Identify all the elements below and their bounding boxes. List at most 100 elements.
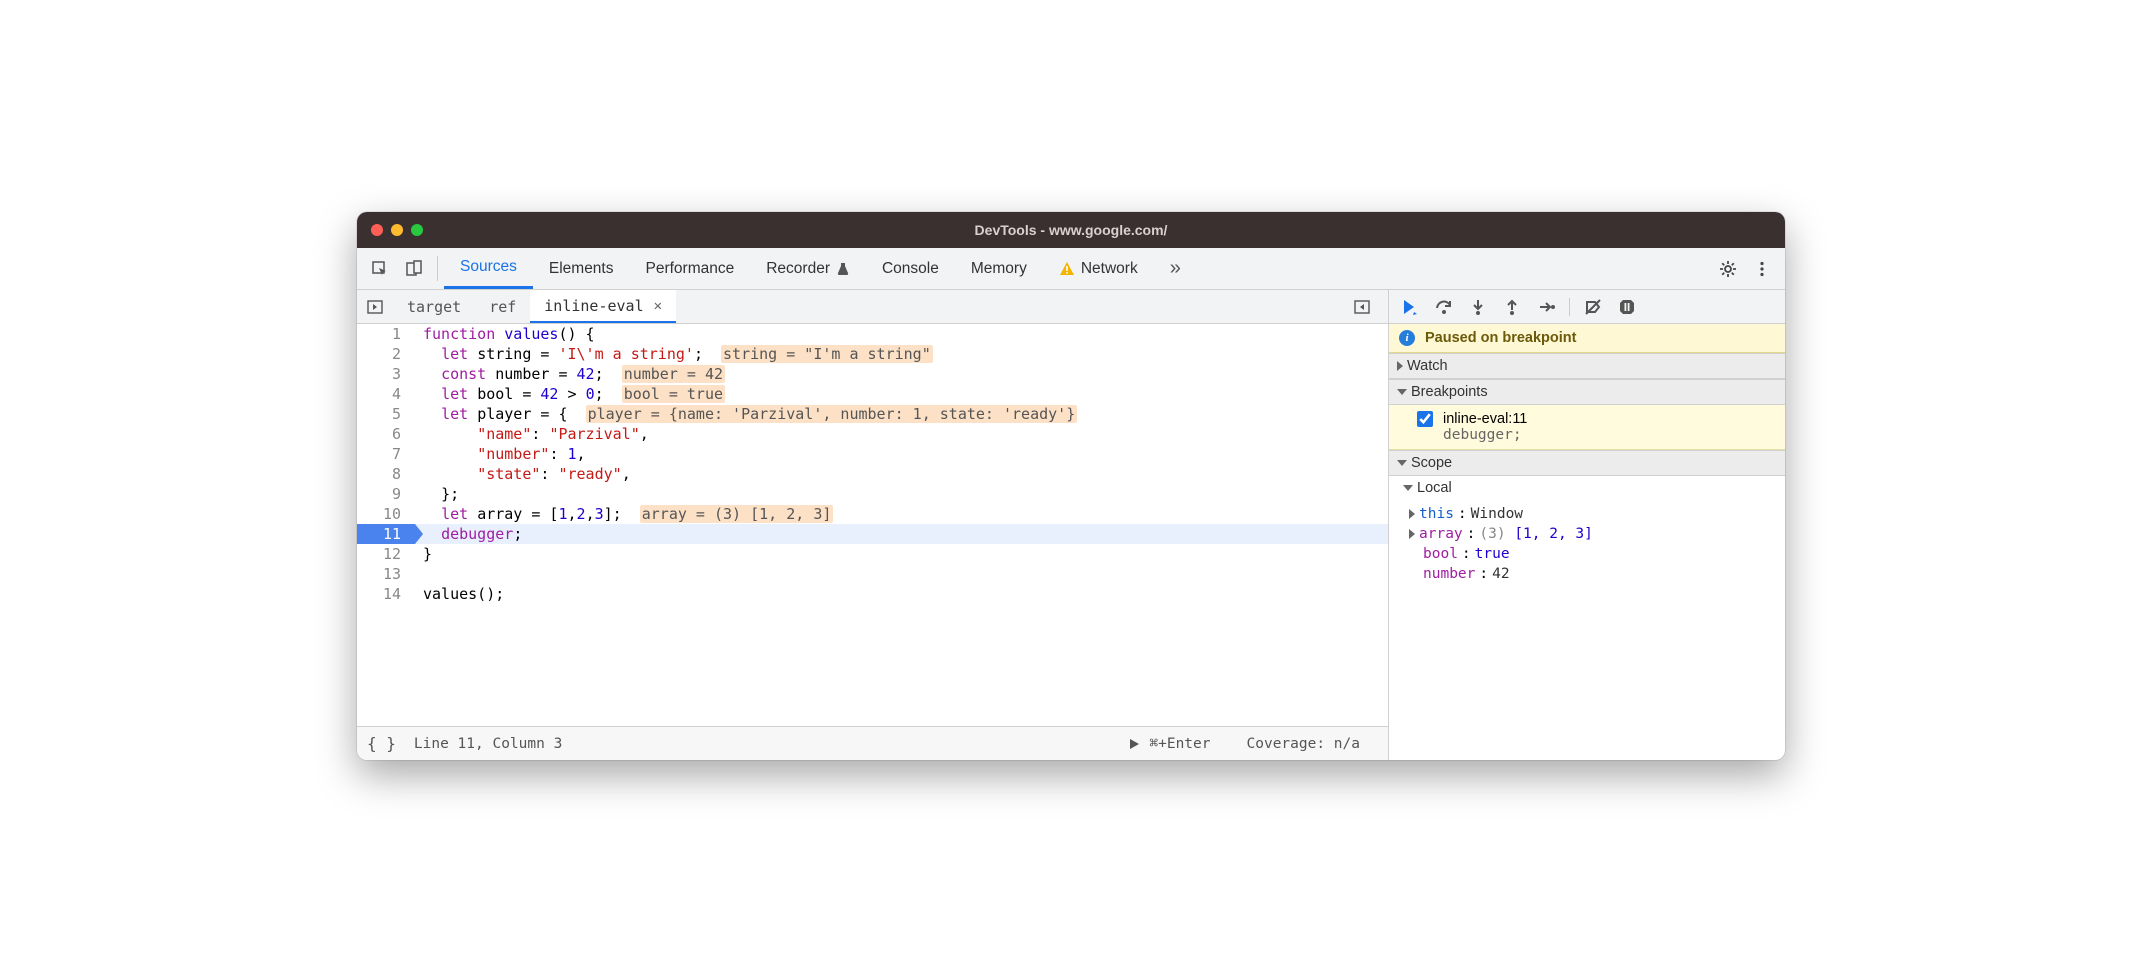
tab-network[interactable]: Network bbox=[1043, 248, 1154, 289]
breakpoint-checkbox[interactable] bbox=[1417, 411, 1433, 427]
filetab-inline-eval-label: inline-eval bbox=[544, 297, 643, 315]
line-number[interactable]: 12 bbox=[357, 544, 415, 564]
titlebar: DevTools - www.google.com/ bbox=[357, 212, 1785, 248]
code-line-current: debugger; bbox=[415, 524, 1388, 544]
breakpoint-row[interactable]: inline-eval:11 debugger; bbox=[1389, 405, 1785, 450]
code-line: "number": 1, bbox=[415, 444, 1388, 464]
line-number[interactable]: 10 bbox=[357, 504, 415, 524]
scope-variable-number[interactable]: number: 42 bbox=[1399, 564, 1785, 584]
play-icon bbox=[1127, 737, 1141, 751]
devtools-window: DevTools - www.google.com/ Sources Eleme… bbox=[357, 212, 1785, 760]
more-tabs-icon[interactable] bbox=[1344, 290, 1380, 323]
tab-elements[interactable]: Elements bbox=[533, 248, 630, 289]
warning-icon bbox=[1059, 261, 1075, 277]
cursor-position: Line 11, Column 3 bbox=[414, 736, 562, 752]
tab-recorder[interactable]: Recorder bbox=[750, 248, 866, 289]
tab-recorder-label: Recorder bbox=[766, 260, 830, 278]
tab-performance[interactable]: Performance bbox=[630, 248, 751, 289]
run-shortcut: ⌘+Enter bbox=[1149, 736, 1210, 752]
tab-memory[interactable]: Memory bbox=[955, 248, 1043, 289]
line-number[interactable]: 6 bbox=[357, 424, 415, 444]
divider bbox=[1569, 298, 1570, 316]
line-number[interactable]: 5 bbox=[357, 404, 415, 424]
scope-label: Scope bbox=[1411, 455, 1452, 471]
scope-variable-bool[interactable]: bool: true bbox=[1399, 544, 1785, 564]
local-scope-header[interactable]: Local bbox=[1389, 476, 1785, 500]
line-number[interactable]: 14 bbox=[357, 584, 415, 604]
pause-on-exceptions-button[interactable] bbox=[1612, 293, 1642, 321]
settings-icon[interactable] bbox=[1711, 248, 1745, 289]
line-number[interactable]: 4 bbox=[357, 384, 415, 404]
breakpoints-label: Breakpoints bbox=[1411, 384, 1488, 400]
code-line: let bool = 42 > 0; bool = true bbox=[415, 384, 1388, 404]
debugger-toolbar bbox=[1389, 290, 1785, 324]
code-line: } bbox=[415, 544, 1388, 564]
scope-body: this: Window array: (3) [1, 2, 3] bool: … bbox=[1389, 500, 1785, 760]
flask-icon bbox=[836, 262, 850, 276]
code-line: const number = 42; number = 42 bbox=[415, 364, 1388, 384]
line-number[interactable]: 7 bbox=[357, 444, 415, 464]
scope-section-header[interactable]: Scope bbox=[1389, 450, 1785, 476]
code-editor[interactable]: 1function values() { 2 let string = 'I\'… bbox=[357, 324, 1388, 726]
deactivate-breakpoints-button[interactable] bbox=[1578, 293, 1608, 321]
step-into-button[interactable] bbox=[1463, 293, 1493, 321]
paused-banner: i Paused on breakpoint bbox=[1389, 324, 1785, 353]
code-line: let string = 'I\'m a string'; string = "… bbox=[415, 344, 1388, 364]
watch-label: Watch bbox=[1407, 358, 1448, 374]
device-toolbar-icon[interactable] bbox=[397, 248, 431, 289]
line-number-current[interactable]: 11 bbox=[357, 524, 415, 544]
tabs-overflow-button[interactable]: » bbox=[1154, 248, 1197, 289]
info-icon: i bbox=[1399, 330, 1415, 346]
code-line bbox=[415, 564, 1388, 584]
watch-section-header[interactable]: Watch bbox=[1389, 353, 1785, 379]
inline-value-hint: player = {name: 'Parzival', number: 1, s… bbox=[586, 405, 1078, 423]
show-navigator-icon[interactable] bbox=[357, 290, 393, 323]
scope-variable-this[interactable]: this: Window bbox=[1399, 504, 1785, 524]
inline-value-hint: number = 42 bbox=[622, 365, 725, 383]
chevron-down-icon bbox=[1397, 389, 1407, 395]
editor-pane: target ref inline-eval ✕ 1function value… bbox=[357, 290, 1389, 760]
chevron-right-icon bbox=[1409, 529, 1415, 539]
breakpoint-code: debugger; bbox=[1417, 427, 1775, 443]
pretty-print-button[interactable]: { } bbox=[367, 734, 396, 753]
step-over-button[interactable] bbox=[1429, 293, 1459, 321]
kebab-menu-icon[interactable] bbox=[1745, 248, 1779, 289]
inline-value-hint: bool = true bbox=[622, 385, 725, 403]
tab-console[interactable]: Console bbox=[866, 248, 955, 289]
divider bbox=[437, 256, 438, 281]
window-title: DevTools - www.google.com/ bbox=[357, 222, 1785, 238]
inspect-element-icon[interactable] bbox=[363, 248, 397, 289]
file-tabstrip: target ref inline-eval ✕ bbox=[357, 290, 1388, 324]
line-number[interactable]: 8 bbox=[357, 464, 415, 484]
step-out-button[interactable] bbox=[1497, 293, 1527, 321]
filetab-target[interactable]: target bbox=[393, 290, 475, 323]
local-label: Local bbox=[1417, 480, 1452, 496]
run-snippet-button[interactable]: ⌘+Enter bbox=[1127, 736, 1210, 752]
code-line: let array = [1,2,3]; array = (3) [1, 2, … bbox=[415, 504, 1388, 524]
line-number[interactable]: 3 bbox=[357, 364, 415, 384]
close-tab-icon[interactable]: ✕ bbox=[654, 298, 662, 314]
line-number[interactable]: 1 bbox=[357, 324, 415, 344]
breakpoints-section-header[interactable]: Breakpoints bbox=[1389, 379, 1785, 405]
scope-variable-array[interactable]: array: (3) [1, 2, 3] bbox=[1399, 524, 1785, 544]
code-line: function values() { bbox=[415, 324, 1388, 344]
paused-message: Paused on breakpoint bbox=[1425, 330, 1576, 346]
filetab-inline-eval[interactable]: inline-eval ✕ bbox=[530, 290, 676, 323]
line-number[interactable]: 9 bbox=[357, 484, 415, 504]
step-button[interactable] bbox=[1531, 293, 1561, 321]
chevron-down-icon bbox=[1397, 460, 1407, 466]
code-line: "state": "ready", bbox=[415, 464, 1388, 484]
tab-network-label: Network bbox=[1081, 260, 1138, 278]
breakpoint-location: inline-eval:11 bbox=[1443, 411, 1527, 427]
inline-value-hint: string = "I'm a string" bbox=[721, 345, 933, 363]
chevron-right-icon bbox=[1409, 509, 1415, 519]
filetab-ref[interactable]: ref bbox=[475, 290, 530, 323]
inline-value-hint: array = (3) [1, 2, 3] bbox=[640, 505, 834, 523]
resume-button[interactable] bbox=[1395, 293, 1425, 321]
code-line: values(); bbox=[415, 584, 1388, 604]
tab-sources[interactable]: Sources bbox=[444, 248, 533, 289]
code-line: "name": "Parzival", bbox=[415, 424, 1388, 444]
chevron-right-icon bbox=[1397, 361, 1403, 371]
line-number[interactable]: 13 bbox=[357, 564, 415, 584]
line-number[interactable]: 2 bbox=[357, 344, 415, 364]
